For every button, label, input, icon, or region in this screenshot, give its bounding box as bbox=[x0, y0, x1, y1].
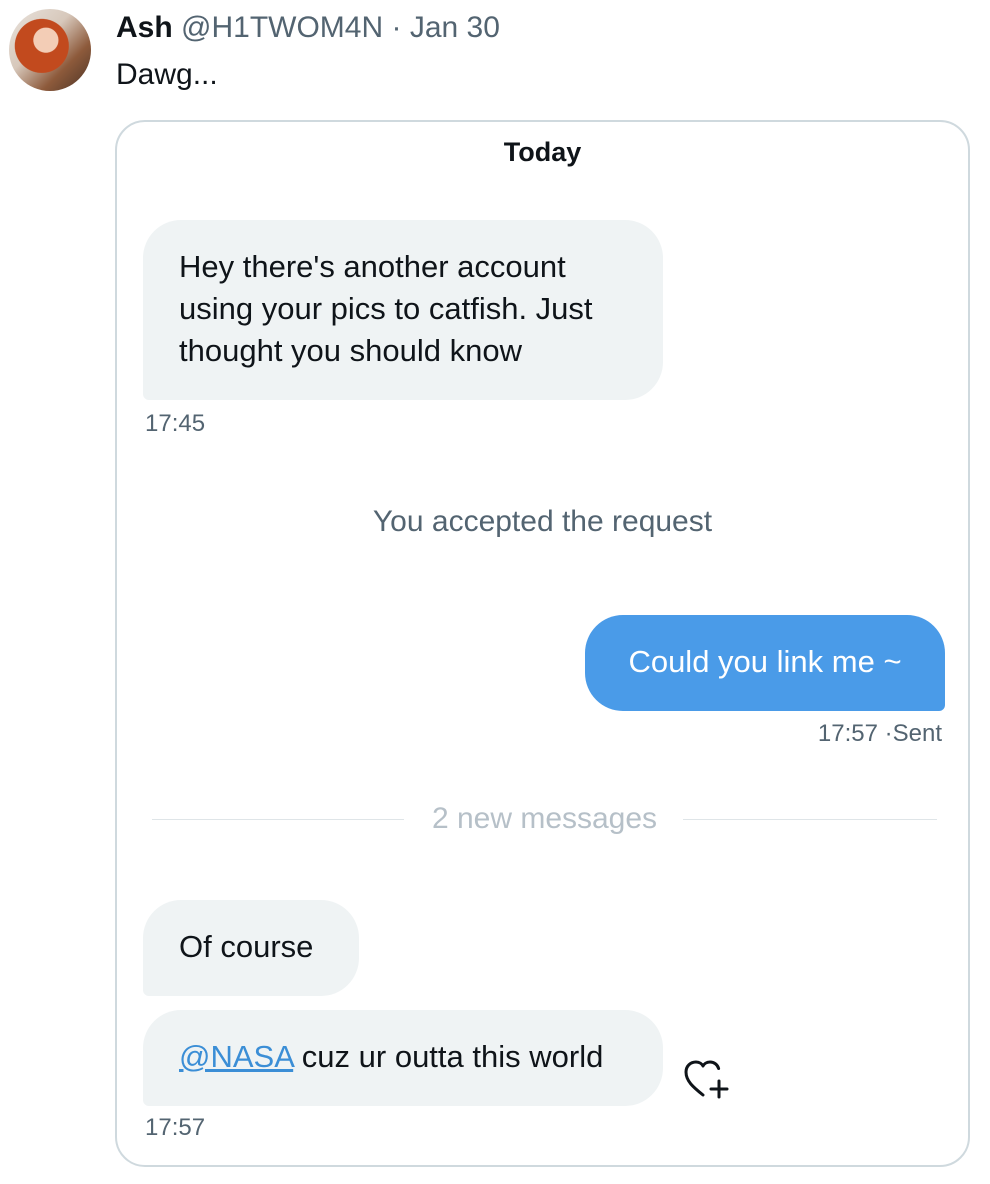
message-timestamp: 17:57 bbox=[145, 1114, 206, 1141]
dm-screenshot-card[interactable]: Today Hey there's another account using … bbox=[115, 120, 970, 1167]
new-messages-divider: 2 new messages bbox=[152, 800, 937, 840]
incoming-message-bubble: Hey there's another account using your p… bbox=[143, 220, 663, 400]
request-accepted-notice: You accepted the request bbox=[372, 505, 713, 538]
incoming-message-bubble: @NASA cuz ur outta this world bbox=[143, 1010, 663, 1106]
heart-plus-icon[interactable] bbox=[683, 1059, 731, 1101]
message-timestamp-sent: 17:57 ·Sent bbox=[818, 720, 942, 748]
outgoing-message-bubble: Could you link me ~ bbox=[585, 615, 945, 711]
meta-separator: · bbox=[391, 11, 402, 44]
sent-time: 17:57 bbox=[817, 720, 878, 747]
sent-status: Sent bbox=[892, 720, 942, 747]
day-label: Today bbox=[503, 137, 582, 167]
tweet-date[interactable]: Jan 30 bbox=[410, 11, 500, 44]
author-handle[interactable]: @H1TWOM4N bbox=[181, 11, 383, 44]
message-timestamp: 17:45 bbox=[145, 410, 206, 437]
meta-separator: · bbox=[884, 720, 893, 747]
mention-link[interactable]: @NASA bbox=[179, 1039, 293, 1074]
incoming-message-bubble: Of course bbox=[143, 900, 359, 996]
divider-line bbox=[683, 819, 937, 820]
tweet-header: Ash @H1TWOM4N · Jan 30 bbox=[116, 10, 500, 46]
author-name[interactable]: Ash bbox=[116, 11, 173, 44]
message-text: cuz ur outta this world bbox=[293, 1039, 604, 1074]
tweet-text: Dawg... bbox=[116, 58, 218, 91]
author-avatar[interactable] bbox=[9, 9, 91, 91]
